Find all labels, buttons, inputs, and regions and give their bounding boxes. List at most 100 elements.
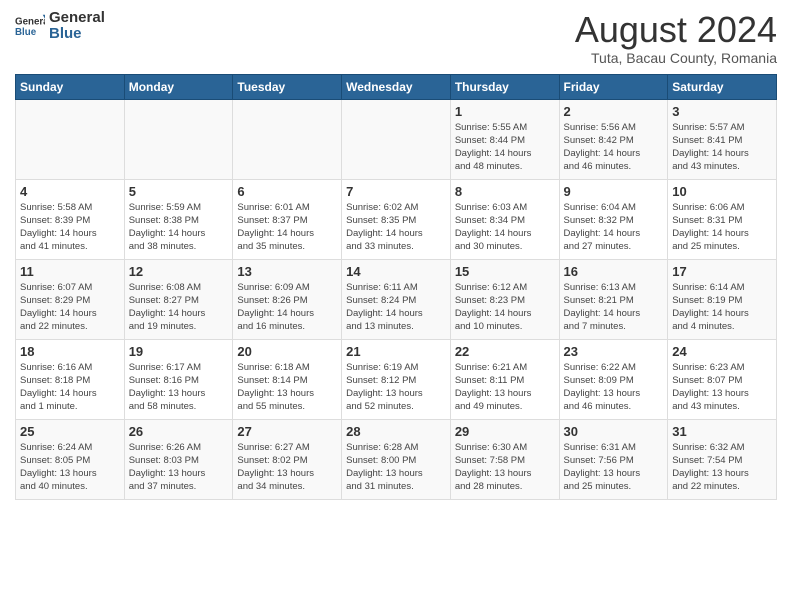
day-info: Sunrise: 6:02 AM Sunset: 8:35 PM Dayligh… <box>346 201 446 254</box>
day-number: 4 <box>20 184 120 199</box>
calendar-cell: 29 Sunrise: 6:30 AM Sunset: 7:58 PM Dayli… <box>450 419 559 499</box>
week-row-3: 11 Sunrise: 6:07 AM Sunset: 8:29 PM Dayli… <box>16 259 777 339</box>
calendar-cell: 3Sunrise: 5:57 AM Sunset: 8:41 PM Daylig… <box>668 99 777 179</box>
day-headers-row: SundayMondayTuesdayWednesdayThursdayFrid… <box>16 74 777 99</box>
day-number: 27 <box>237 424 337 439</box>
day-info: Sunrise: 6:12 AM Sunset: 8:23 PM Dayligh… <box>455 281 555 334</box>
day-number: 22 <box>455 344 555 359</box>
calendar-cell: 6 Sunrise: 6:01 AM Sunset: 8:37 PM Daylig… <box>233 179 342 259</box>
title-area: August 2024 Tuta, Bacau County, Romania <box>575 10 777 66</box>
day-info: Sunrise: 6:07 AM Sunset: 8:29 PM Dayligh… <box>20 281 120 334</box>
day-info: Sunrise: 5:57 AM Sunset: 8:41 PM Dayligh… <box>672 121 772 174</box>
day-number: 16 <box>564 264 664 279</box>
calendar-cell: 14Sunrise: 6:11 AM Sunset: 8:24 PM Dayli… <box>342 259 451 339</box>
calendar-cell: 22 Sunrise: 6:21 AM Sunset: 8:11 PM Dayli… <box>450 339 559 419</box>
day-number: 24 <box>672 344 772 359</box>
day-info: Sunrise: 6:19 AM Sunset: 8:12 PM Dayligh… <box>346 361 446 414</box>
day-number: 7 <box>346 184 446 199</box>
calendar-cell: 18 Sunrise: 6:16 AM Sunset: 8:18 PM Dayli… <box>16 339 125 419</box>
day-info: Sunrise: 6:01 AM Sunset: 8:37 PM Dayligh… <box>237 201 337 254</box>
logo: General Blue General Blue <box>15 10 105 42</box>
day-info: Sunrise: 6:28 AM Sunset: 8:00 PM Dayligh… <box>346 441 446 494</box>
day-info: Sunrise: 6:32 AM Sunset: 7:54 PM Dayligh… <box>672 441 772 494</box>
day-info: Sunrise: 6:03 AM Sunset: 8:34 PM Dayligh… <box>455 201 555 254</box>
day-number: 5 <box>129 184 229 199</box>
calendar-cell: 9Sunrise: 6:04 AM Sunset: 8:32 PM Daylig… <box>559 179 668 259</box>
calendar-cell: 31 Sunrise: 6:32 AM Sunset: 7:54 PM Dayli… <box>668 419 777 499</box>
week-row-5: 25 Sunrise: 6:24 AM Sunset: 8:05 PM Dayli… <box>16 419 777 499</box>
day-number: 10 <box>672 184 772 199</box>
day-number: 11 <box>20 264 120 279</box>
calendar-body: 1Sunrise: 5:55 AM Sunset: 8:44 PM Daylig… <box>16 99 777 499</box>
calendar-cell: 5 Sunrise: 5:59 AM Sunset: 8:38 PM Daylig… <box>124 179 233 259</box>
day-info: Sunrise: 6:13 AM Sunset: 8:21 PM Dayligh… <box>564 281 664 334</box>
day-info: Sunrise: 6:08 AM Sunset: 8:27 PM Dayligh… <box>129 281 229 334</box>
day-info: Sunrise: 6:27 AM Sunset: 8:02 PM Dayligh… <box>237 441 337 494</box>
calendar-cell: 12 Sunrise: 6:08 AM Sunset: 8:27 PM Dayli… <box>124 259 233 339</box>
day-info: Sunrise: 6:24 AM Sunset: 8:05 PM Dayligh… <box>20 441 120 494</box>
header-monday: Monday <box>124 74 233 99</box>
calendar-cell <box>124 99 233 179</box>
calendar-cell <box>16 99 125 179</box>
week-row-1: 1Sunrise: 5:55 AM Sunset: 8:44 PM Daylig… <box>16 99 777 179</box>
calendar-cell: 19 Sunrise: 6:17 AM Sunset: 8:16 PM Dayli… <box>124 339 233 419</box>
day-info: Sunrise: 6:16 AM Sunset: 8:18 PM Dayligh… <box>20 361 120 414</box>
calendar-cell: 16 Sunrise: 6:13 AM Sunset: 8:21 PM Dayli… <box>559 259 668 339</box>
day-info: Sunrise: 6:17 AM Sunset: 8:16 PM Dayligh… <box>129 361 229 414</box>
calendar-cell: 21 Sunrise: 6:19 AM Sunset: 8:12 PM Dayli… <box>342 339 451 419</box>
svg-text:Blue: Blue <box>15 27 37 38</box>
day-info: Sunrise: 6:30 AM Sunset: 7:58 PM Dayligh… <box>455 441 555 494</box>
svg-text:General: General <box>15 17 45 28</box>
week-row-2: 4 Sunrise: 5:58 AM Sunset: 8:39 PM Daylig… <box>16 179 777 259</box>
day-info: Sunrise: 6:26 AM Sunset: 8:03 PM Dayligh… <box>129 441 229 494</box>
calendar-cell <box>342 99 451 179</box>
calendar-cell: 7 Sunrise: 6:02 AM Sunset: 8:35 PM Daylig… <box>342 179 451 259</box>
day-number: 13 <box>237 264 337 279</box>
day-number: 8 <box>455 184 555 199</box>
header: General Blue General Blue August 2024 Tu… <box>15 10 777 66</box>
calendar-cell: 11 Sunrise: 6:07 AM Sunset: 8:29 PM Dayli… <box>16 259 125 339</box>
day-number: 12 <box>129 264 229 279</box>
day-info: Sunrise: 5:58 AM Sunset: 8:39 PM Dayligh… <box>20 201 120 254</box>
logo-blue-text: Blue <box>49 25 82 42</box>
day-info: Sunrise: 6:21 AM Sunset: 8:11 PM Dayligh… <box>455 361 555 414</box>
header-sunday: Sunday <box>16 74 125 99</box>
day-number: 31 <box>672 424 772 439</box>
day-info: Sunrise: 6:23 AM Sunset: 8:07 PM Dayligh… <box>672 361 772 414</box>
logo-general-text: General <box>49 9 105 26</box>
day-number: 29 <box>455 424 555 439</box>
day-number: 19 <box>129 344 229 359</box>
calendar-cell: 23 Sunrise: 6:22 AM Sunset: 8:09 PM Dayli… <box>559 339 668 419</box>
day-info: Sunrise: 5:59 AM Sunset: 8:38 PM Dayligh… <box>129 201 229 254</box>
calendar-cell: 8 Sunrise: 6:03 AM Sunset: 8:34 PM Daylig… <box>450 179 559 259</box>
calendar-cell: 28Sunrise: 6:28 AM Sunset: 8:00 PM Dayli… <box>342 419 451 499</box>
month-year-title: August 2024 <box>575 10 777 50</box>
day-info: Sunrise: 6:22 AM Sunset: 8:09 PM Dayligh… <box>564 361 664 414</box>
location-subtitle: Tuta, Bacau County, Romania <box>575 50 777 66</box>
day-number: 21 <box>346 344 446 359</box>
logo-icon: General Blue <box>15 11 45 41</box>
day-number: 6 <box>237 184 337 199</box>
calendar-cell: 27 Sunrise: 6:27 AM Sunset: 8:02 PM Dayli… <box>233 419 342 499</box>
day-info: Sunrise: 5:56 AM Sunset: 8:42 PM Dayligh… <box>564 121 664 174</box>
calendar-header: SundayMondayTuesdayWednesdayThursdayFrid… <box>16 74 777 99</box>
day-number: 26 <box>129 424 229 439</box>
day-number: 9 <box>564 184 664 199</box>
calendar-cell: 20Sunrise: 6:18 AM Sunset: 8:14 PM Dayli… <box>233 339 342 419</box>
week-row-4: 18 Sunrise: 6:16 AM Sunset: 8:18 PM Dayli… <box>16 339 777 419</box>
calendar-cell: 4 Sunrise: 5:58 AM Sunset: 8:39 PM Daylig… <box>16 179 125 259</box>
day-number: 25 <box>20 424 120 439</box>
calendar-cell: 25 Sunrise: 6:24 AM Sunset: 8:05 PM Dayli… <box>16 419 125 499</box>
day-info: Sunrise: 6:09 AM Sunset: 8:26 PM Dayligh… <box>237 281 337 334</box>
calendar-cell: 30Sunrise: 6:31 AM Sunset: 7:56 PM Dayli… <box>559 419 668 499</box>
day-number: 30 <box>564 424 664 439</box>
calendar-cell: 15 Sunrise: 6:12 AM Sunset: 8:23 PM Dayli… <box>450 259 559 339</box>
day-number: 23 <box>564 344 664 359</box>
day-number: 15 <box>455 264 555 279</box>
calendar-cell: 1Sunrise: 5:55 AM Sunset: 8:44 PM Daylig… <box>450 99 559 179</box>
header-thursday: Thursday <box>450 74 559 99</box>
day-number: 20 <box>237 344 337 359</box>
calendar-cell: 13 Sunrise: 6:09 AM Sunset: 8:26 PM Dayli… <box>233 259 342 339</box>
day-number: 18 <box>20 344 120 359</box>
calendar-cell: 26 Sunrise: 6:26 AM Sunset: 8:03 PM Dayli… <box>124 419 233 499</box>
